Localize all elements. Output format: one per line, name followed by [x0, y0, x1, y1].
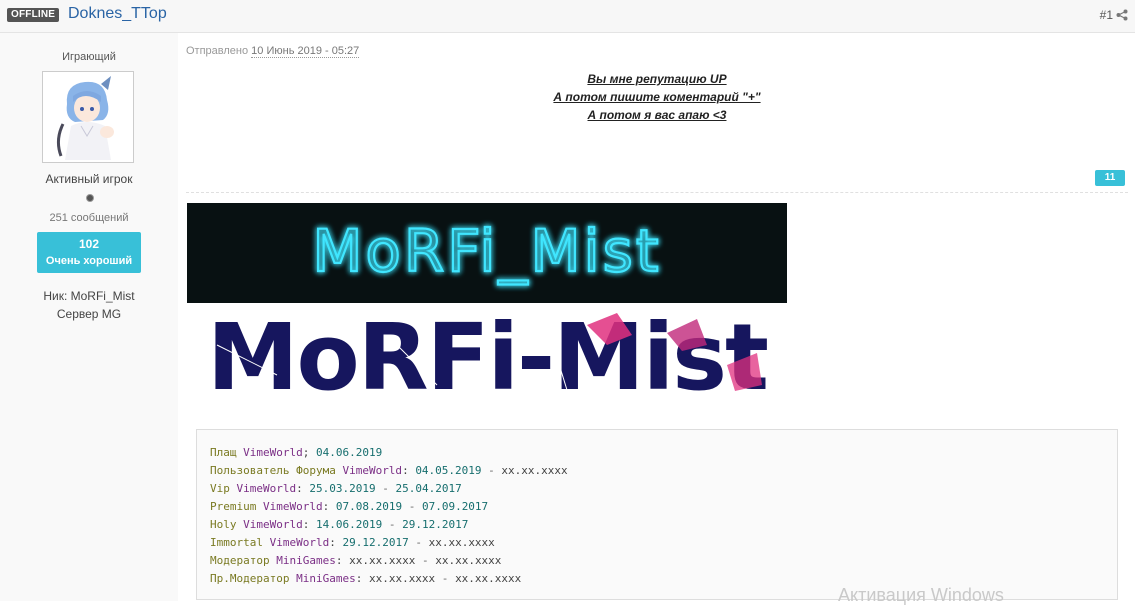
- rank-pip-icon: [86, 194, 94, 202]
- post-meta-prefix: Отправлено: [186, 45, 249, 57]
- code-token: -: [375, 482, 396, 495]
- code-line: Пользователь Форума VimeWorld: 04.05.201…: [210, 462, 1104, 480]
- code-token: -: [481, 464, 502, 477]
- code-token: -: [382, 518, 403, 531]
- code-token: 29.12.2017: [342, 536, 409, 549]
- author-link[interactable]: Doknes_TTop: [68, 4, 167, 24]
- code-token: ;: [302, 446, 316, 459]
- reputation-value: 102: [78, 237, 100, 251]
- code-token: 14.06.2019: [315, 518, 383, 531]
- code-line: Плащ VimeWorld; 04.06.2019: [210, 444, 1104, 462]
- code-token: xx.xx.xxxx: [368, 572, 436, 585]
- code-block: Плащ VimeWorld; 04.06.2019 Пользователь Ф…: [196, 429, 1118, 600]
- code-token: VimeWorld: [262, 500, 323, 513]
- code-token: Пр.Модератор: [210, 572, 297, 585]
- code-token: Holy: [210, 518, 244, 531]
- code-token: VimeWorld: [243, 518, 303, 531]
- code-token: Vip: [210, 482, 237, 495]
- code-token: MiniGames: [276, 554, 336, 567]
- custom-field-nick: Ник: MoRFi_Mist: [43, 289, 135, 303]
- code-token: :: [335, 554, 350, 567]
- code-token: :: [296, 482, 310, 495]
- status-badge: OFFLINE: [7, 8, 60, 22]
- code-token: 04.05.2019: [415, 464, 482, 477]
- code-token: :: [402, 464, 416, 477]
- code-token: :: [322, 500, 336, 513]
- code-token: -: [435, 572, 456, 585]
- code-token: :: [355, 572, 369, 585]
- code-token: -: [415, 554, 436, 567]
- code-token: 07.08.2019: [335, 500, 403, 513]
- post-line: А потом пишите коментарий "+": [553, 90, 761, 104]
- post-meta: Отправлено 10 Июнь 2019 - 05:27: [186, 45, 360, 58]
- code-token: -: [402, 500, 422, 513]
- post-header: OFFLINE Doknes_TTop #1: [0, 0, 1135, 33]
- post-line: Вы мне репутацию UP: [587, 72, 727, 86]
- code-token: 25.04.2017: [395, 482, 462, 495]
- code-token: xx.xx.xxxx: [428, 536, 495, 549]
- code-token: MiniGames: [296, 572, 356, 585]
- code-token: xx.xx.xxxx: [455, 572, 522, 585]
- code-line: Vip VimeWorld: 25.03.2019 - 25.04.2017: [210, 480, 1104, 498]
- author-sidebar: Играющий Активный игрок 251 сообщений 10…: [0, 33, 178, 601]
- code-token: Плащ: [210, 446, 244, 459]
- banner-torn-text: MoRFi-Mist: [207, 305, 767, 400]
- code-line: Immortal VimeWorld: 29.12.2017 - xx.xx.x…: [210, 534, 1104, 552]
- code-token: VimeWorld: [236, 482, 297, 495]
- member-group-title: Играющий: [62, 51, 116, 63]
- post-line: А потом я вас апаю <3: [587, 108, 727, 122]
- reputation-label: Очень хороший: [45, 255, 133, 267]
- like-count-badge[interactable]: 11: [1095, 170, 1125, 186]
- post-date[interactable]: 10 Июнь 2019 - 05:27: [251, 45, 360, 58]
- reputation-badge[interactable]: 102 Очень хороший: [37, 232, 141, 273]
- code-token: xx.xx.xxxx: [435, 554, 502, 567]
- code-line: Модератор MiniGames: xx.xx.xxxx - xx.xx.…: [210, 552, 1104, 570]
- signature-divider: [186, 192, 1128, 193]
- signature-banner-torn: MoRFi-Mist: [187, 305, 787, 400]
- code-token: 29.12.2017: [402, 518, 469, 531]
- code-token: 04.06.2019: [315, 446, 383, 459]
- code-token: Premium: [210, 500, 263, 513]
- signature-banner-neon: MoRFi_Mist: [187, 203, 787, 303]
- code-token: 25.03.2019: [309, 482, 376, 495]
- code-token: xx.xx.xxxx: [501, 464, 568, 477]
- code-token: :: [329, 536, 343, 549]
- post-number-link[interactable]: #1: [1100, 8, 1113, 22]
- post-count: 251 сообщений: [49, 212, 129, 224]
- code-token: Модератор: [210, 554, 277, 567]
- code-token: 07.09.2017: [421, 500, 489, 513]
- code-token: Пользователь Форума: [210, 464, 343, 477]
- code-token: VimeWorld: [342, 464, 403, 477]
- code-token: VimeWorld: [269, 536, 330, 549]
- code-token: -: [408, 536, 429, 549]
- code-line: Holy VimeWorld: 14.06.2019 - 29.12.2017: [210, 516, 1104, 534]
- avatar-image: [45, 74, 131, 160]
- windows-activation-watermark: Активация Windows: [838, 585, 1004, 605]
- banner-neon-text: MoRFi_Mist: [312, 217, 661, 285]
- post-content: Вы мне репутацию UP А потом пишите комен…: [186, 70, 1128, 124]
- rank-title: Активный игрок: [45, 172, 133, 186]
- code-token: Immortal: [210, 536, 270, 549]
- code-line: Premium VimeWorld: 07.08.2019 - 07.09.20…: [210, 498, 1104, 516]
- avatar[interactable]: [42, 71, 134, 163]
- code-token: :: [302, 518, 316, 531]
- code-token: xx.xx.xxxx: [349, 554, 416, 567]
- share-icon[interactable]: [1116, 9, 1128, 21]
- custom-field-server: Сервер MG: [56, 307, 122, 321]
- code-token: VimeWorld: [243, 446, 303, 459]
